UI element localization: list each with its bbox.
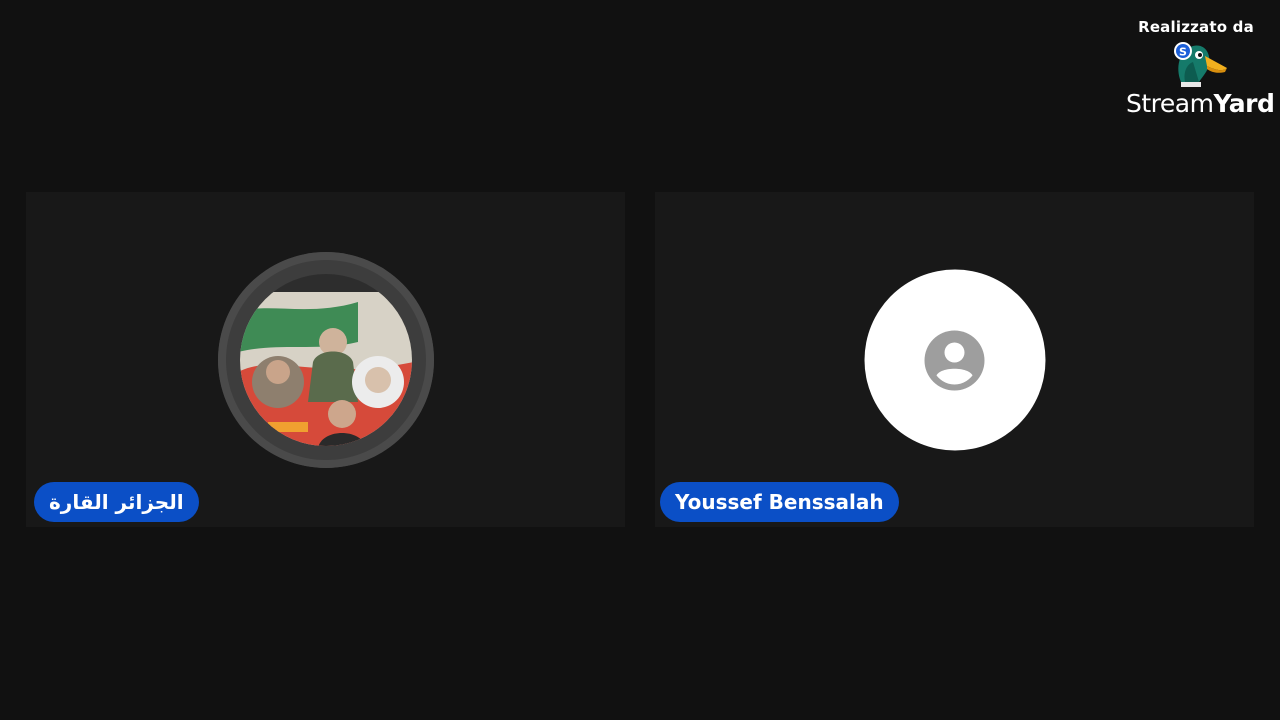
participant-name-2: Youssef Benssalah (660, 482, 899, 522)
wordmark-stream: Stream (1126, 89, 1214, 118)
participant-avatar-1 (217, 252, 434, 468)
participant-avatar-2 (864, 269, 1045, 451)
profile-photo-image (239, 274, 412, 446)
participant-tile-2[interactable]: Youssef Benssalah (655, 192, 1254, 527)
profile-photo (217, 252, 434, 468)
participant-tile-1[interactable]: الجزائر القارة (26, 192, 625, 527)
streamyard-wordmark: StreamYard (1126, 89, 1275, 118)
branding-label: Realizzato da (1138, 18, 1254, 36)
duck-logo-icon: S (1174, 42, 1227, 87)
svg-text:S: S (1179, 46, 1187, 59)
streamyard-branding: Realizzato da S StreamYard (1126, 18, 1275, 118)
stream-stage: Realizzato da S StreamYard الجزائر القار… (0, 0, 1280, 720)
default-avatar (864, 269, 1045, 451)
participant-name-1: الجزائر القارة (34, 482, 199, 522)
person-icon (924, 330, 985, 390)
wordmark-yard: Yard (1213, 89, 1275, 118)
